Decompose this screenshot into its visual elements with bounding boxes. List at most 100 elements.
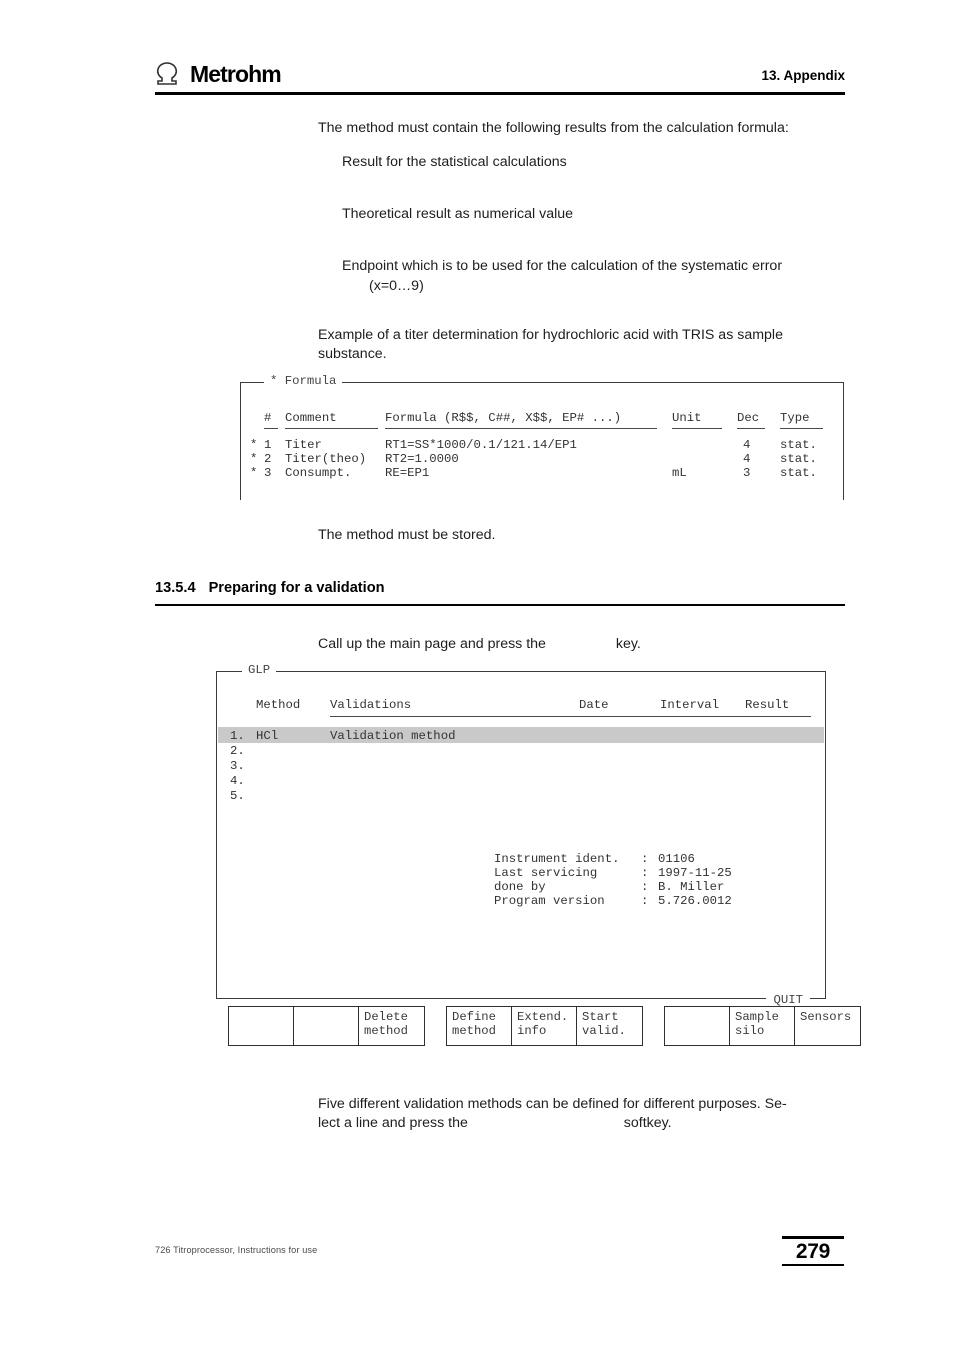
formula-rule-comment — [285, 428, 378, 430]
bullet-endpoint: Endpoint which is to be used for the cal… — [342, 258, 783, 274]
formula-row-num: 1 — [264, 438, 272, 452]
page-number: 279 — [795, 1239, 831, 1263]
glp-row-index[interactable]: 5. — [230, 789, 245, 803]
bullet-statistical-result: Result for the statistical calculations — [342, 154, 567, 170]
glp-screen-border — [216, 671, 826, 999]
example-line-1: Example of a titer determination for hyd… — [318, 327, 783, 343]
formula-row-num: 3 — [264, 466, 272, 480]
formula-row-mark: * — [250, 438, 258, 452]
softkey-define-method[interactable]: Define method — [447, 1007, 512, 1045]
glp-col-interval: Interval — [660, 698, 720, 712]
glp-info-value: 1997-11-25 — [658, 866, 732, 880]
glp-col-validations: Validations — [330, 698, 412, 712]
closing-prefix: lect a line and press the — [318, 1115, 468, 1131]
formula-col-type: Type — [780, 411, 810, 425]
glp-row-method[interactable]: HCl — [256, 729, 278, 743]
omega-arch-icon — [155, 62, 185, 86]
formula-row-num: 2 — [264, 452, 272, 466]
glp-row-index[interactable]: 4. — [230, 774, 245, 788]
softkey-group-middle: Define method Extend. info Start valid. — [446, 1006, 643, 1046]
softkey-empty-1[interactable] — [229, 1007, 294, 1045]
formula-rule-formula — [385, 428, 657, 430]
example-line-2: substance. — [318, 346, 387, 362]
header-divider — [155, 92, 845, 95]
softkey-sample-silo[interactable]: Sample silo — [730, 1007, 795, 1045]
softkey-group-left: Delete method — [228, 1006, 425, 1046]
glp-quit-label[interactable]: QUIT — [766, 994, 810, 1006]
formula-row-dec: 4 — [743, 438, 751, 452]
formula-row-comment: Consumpt. — [285, 466, 352, 480]
brand-name: Metrohm — [190, 61, 282, 87]
glp-col-result: Result — [745, 698, 790, 712]
formula-rule-dec — [737, 428, 765, 430]
formula-row-type: stat. — [780, 452, 817, 466]
footer-doc-title: 726 Titroprocessor, Instructions for use — [155, 1245, 318, 1255]
formula-col-num: # — [264, 411, 272, 425]
glp-screen: GLP QUIT Method Validations Date Interva… — [216, 664, 826, 1006]
formula-row-comment: Titer — [285, 438, 322, 452]
formula-row-comment: Titer(theo) — [285, 452, 367, 466]
glp-info-separator: : — [641, 894, 649, 908]
formula-row-type: stat. — [780, 466, 817, 480]
formula-row-type: stat. — [780, 438, 817, 452]
metrohm-logo: Metrohm — [155, 61, 282, 87]
softkey-empty-3[interactable] — [665, 1007, 730, 1045]
glp-selected-row-highlight — [218, 727, 824, 743]
page-number-rule-bottom — [782, 1263, 844, 1267]
formula-row-mark: * — [250, 466, 258, 480]
glp-info-separator: : — [641, 866, 649, 880]
section-number: 13.5.4 — [155, 580, 196, 596]
formula-row-formula: RT1=SS*1000/0.1/121.14/EP1 — [385, 438, 577, 452]
softkey-empty-2[interactable] — [294, 1007, 359, 1045]
softkey-delete-method[interactable]: Delete method — [359, 1007, 424, 1045]
glp-info-label: Instrument ident. — [494, 852, 620, 866]
formula-row-dec: 4 — [743, 452, 751, 466]
softkey-bar: Delete method Define method Extend. info… — [228, 1006, 861, 1046]
page-number-block: 279 — [782, 1236, 844, 1267]
call-up-instruction: Call up the main page and press the key. — [318, 635, 738, 654]
closing-line-2: lect a line and press the softkey. — [318, 1114, 848, 1133]
glp-row-index[interactable]: 3. — [230, 759, 245, 773]
page-header: Metrohm 13. Appendix — [155, 58, 845, 94]
formula-row-formula: RE=EP1 — [385, 466, 430, 480]
glp-col-method: Method — [256, 698, 301, 712]
call-up-suffix: key. — [615, 636, 641, 652]
bullet-theoretical-result: Theoretical result as numerical value — [342, 206, 574, 222]
closing-suffix: softkey. — [623, 1115, 672, 1131]
formula-row-mark: * — [250, 452, 258, 466]
formula-row-dec: 3 — [743, 466, 751, 480]
glp-row-index[interactable]: 1. — [230, 729, 245, 743]
glp-info-value: 5.726.0012 — [658, 894, 732, 908]
section-title: Preparing for a validation — [208, 580, 385, 596]
call-up-prefix: Call up the main page and press the — [318, 636, 546, 652]
glp-header-rule — [330, 716, 811, 718]
softkey-extended-info[interactable]: Extend. info — [512, 1007, 577, 1045]
formula-row-unit: mL — [672, 466, 687, 480]
glp-info-value: 01106 — [658, 852, 695, 866]
glp-col-date: Date — [579, 698, 609, 712]
bullet-endpoint-range: (x=0…9) — [369, 278, 424, 294]
formula-rule-num — [264, 428, 278, 430]
glp-info-separator: : — [641, 880, 649, 894]
formula-screen: * Formula # Comment Formula (R$$, C##, X… — [240, 375, 844, 500]
glp-screen-legend: GLP — [242, 664, 277, 676]
glp-info-label: Program version — [494, 894, 605, 908]
softkey-sensors[interactable]: Sensors — [795, 1007, 860, 1045]
intro-paragraph: The method must contain the following re… — [318, 120, 789, 136]
glp-row-index[interactable]: 2. — [230, 744, 245, 758]
formula-screen-legend: * Formula — [264, 375, 343, 387]
glp-info-separator: : — [641, 852, 649, 866]
formula-col-dec: Dec — [737, 411, 760, 425]
formula-row-formula: RT2=1.0000 — [385, 452, 459, 466]
glp-row-validations[interactable]: Validation method — [330, 729, 455, 743]
formula-rule-unit — [672, 428, 722, 430]
glp-info-value: B. Miller — [658, 880, 725, 894]
formula-col-comment: Comment — [285, 411, 337, 425]
heading-divider — [155, 604, 845, 607]
formula-col-unit: Unit — [672, 411, 702, 425]
softkey-start-validation[interactable]: Start valid. — [577, 1007, 642, 1045]
closing-line-1: Five different validation methods can be… — [318, 1096, 787, 1112]
stored-note: The method must be stored. — [318, 527, 496, 543]
section-heading: 13.5.4 Preparing for a validation — [155, 580, 845, 596]
formula-col-formula: Formula (R$$, C##, X$$, EP# ...) — [385, 411, 622, 425]
